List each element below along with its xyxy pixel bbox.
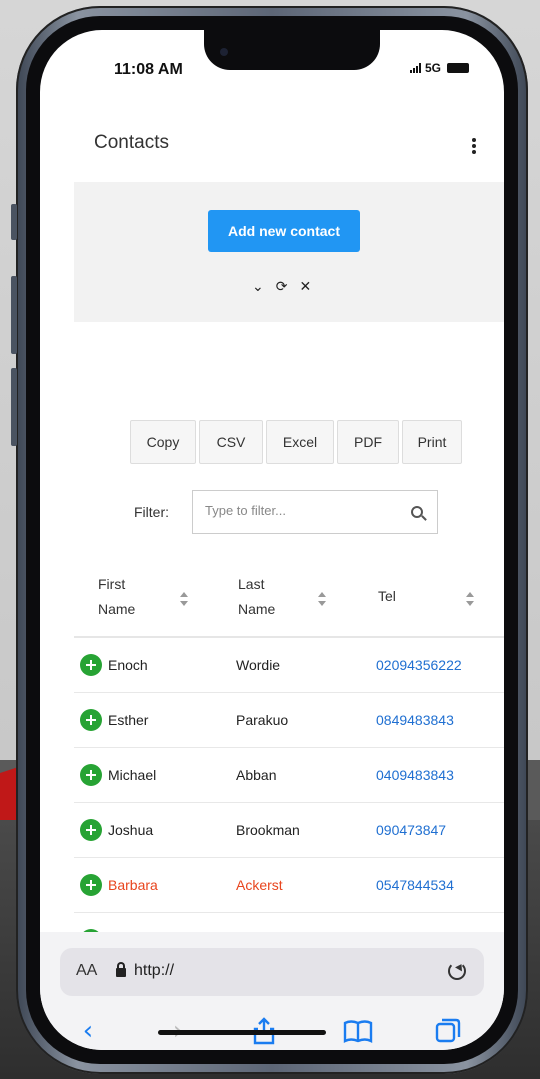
volume-down-button bbox=[11, 368, 17, 446]
url-text[interactable]: http:// bbox=[134, 962, 174, 980]
last-name-cell: Ackerst bbox=[236, 877, 283, 893]
expand-row-icon[interactable] bbox=[80, 764, 102, 786]
battery-icon bbox=[447, 63, 470, 73]
column-header-last-name[interactable]: Last Name bbox=[238, 572, 298, 622]
first-name-cell: Barbara bbox=[108, 877, 158, 893]
last-name-cell: Wordie bbox=[236, 657, 281, 673]
table-row[interactable]: Barbara Ackerst 0547844534 bbox=[74, 858, 504, 913]
expand-row-icon[interactable] bbox=[80, 654, 102, 676]
column-header-first-name[interactable]: First Name bbox=[98, 572, 158, 622]
tel-link[interactable]: 0849483843 bbox=[376, 712, 454, 728]
address-bar[interactable]: AA http:// bbox=[60, 948, 484, 996]
last-name-cell: Parakuo bbox=[236, 712, 289, 728]
expand-row-icon[interactable] bbox=[80, 709, 102, 731]
tel-link[interactable]: 02094356222 bbox=[376, 657, 462, 673]
pdf-button[interactable]: PDF bbox=[337, 420, 399, 464]
status-indicators: 5G bbox=[410, 61, 470, 75]
bookmarks-button[interactable] bbox=[340, 1016, 376, 1046]
add-new-contact-button[interactable]: Add new contact bbox=[208, 210, 360, 252]
filter-label: Filter: bbox=[134, 504, 169, 520]
silent-switch bbox=[11, 204, 17, 240]
contacts-panel: Copy CSV Excel PDF Print Filter: First N… bbox=[74, 322, 504, 932]
tel-link[interactable]: 0409483843 bbox=[376, 767, 454, 783]
last-name-cell: Brookman bbox=[236, 822, 300, 838]
table-row-partial[interactable] bbox=[74, 913, 504, 932]
sort-icon[interactable] bbox=[318, 592, 326, 606]
filter-field bbox=[192, 490, 438, 534]
first-name-cell: Esther bbox=[108, 712, 149, 728]
signal-icon bbox=[410, 63, 421, 73]
phone-frame: 11:08 AM 5G Contacts Add new contact ⌄ ⟳… bbox=[11, 6, 528, 1074]
last-name-cell: Abban bbox=[236, 767, 277, 783]
reload-icon[interactable] bbox=[448, 962, 466, 980]
volume-up-button bbox=[11, 276, 17, 354]
tel-link[interactable]: 0547844534 bbox=[376, 877, 454, 893]
notch bbox=[204, 30, 380, 70]
table-row[interactable]: Enoch Wordie 02094356222 bbox=[74, 638, 504, 693]
filter-input[interactable] bbox=[205, 503, 395, 518]
sort-icon[interactable] bbox=[180, 592, 188, 606]
expand-row-icon[interactable] bbox=[80, 819, 102, 841]
tabs-button[interactable] bbox=[430, 1016, 466, 1046]
phone-bezel: 11:08 AM 5G Contacts Add new contact ⌄ ⟳… bbox=[26, 16, 518, 1064]
home-indicator[interactable] bbox=[158, 1030, 326, 1035]
network-type: 5G bbox=[425, 61, 442, 75]
lock-icon bbox=[116, 962, 126, 977]
book-icon bbox=[343, 1020, 373, 1043]
first-name-cell: Michael bbox=[108, 767, 157, 783]
panel-controls: ⌄ ⟳ ✕ bbox=[252, 278, 311, 295]
collapse-icon[interactable]: ⌄ bbox=[252, 278, 264, 295]
page-title: Contacts bbox=[94, 132, 169, 153]
export-toolbar: Copy CSV Excel PDF Print bbox=[130, 420, 462, 464]
more-options-icon[interactable] bbox=[472, 138, 476, 154]
table-row[interactable]: Esther Parakuo 0849483843 bbox=[74, 693, 504, 748]
text-size-button[interactable]: AA bbox=[76, 962, 97, 980]
close-icon[interactable]: ✕ bbox=[299, 278, 311, 295]
copy-button[interactable]: Copy bbox=[130, 420, 196, 464]
tabs-icon bbox=[435, 1018, 461, 1043]
first-name-cell: Enoch bbox=[108, 657, 148, 673]
expand-row-icon[interactable] bbox=[80, 874, 102, 896]
phone-screen: 11:08 AM 5G Contacts Add new contact ⌄ ⟳… bbox=[40, 30, 504, 1050]
first-name-cell: Joshua bbox=[108, 822, 154, 838]
column-header-tel[interactable]: Tel bbox=[378, 584, 396, 609]
refresh-icon[interactable]: ⟳ bbox=[276, 278, 288, 295]
table-row[interactable]: Joshua Brookman 090473847 bbox=[74, 803, 504, 858]
tel-link[interactable]: 090473847 bbox=[376, 822, 446, 838]
web-content: Contacts Add new contact ⌄ ⟳ ✕ Copy CSV … bbox=[74, 110, 504, 932]
search-icon bbox=[411, 506, 423, 518]
csv-button[interactable]: CSV bbox=[199, 420, 263, 464]
print-button[interactable]: Print bbox=[402, 420, 462, 464]
front-camera bbox=[220, 48, 228, 56]
table-row[interactable]: Michael Abban 0409483843 bbox=[74, 748, 504, 803]
back-button[interactable]: ‹ bbox=[70, 1016, 106, 1046]
status-time: 11:08 AM bbox=[114, 61, 183, 78]
app-header: Contacts bbox=[74, 110, 504, 182]
chevron-left-icon: ‹ bbox=[82, 1016, 94, 1046]
excel-button[interactable]: Excel bbox=[266, 420, 334, 464]
sort-icon[interactable] bbox=[466, 592, 474, 606]
